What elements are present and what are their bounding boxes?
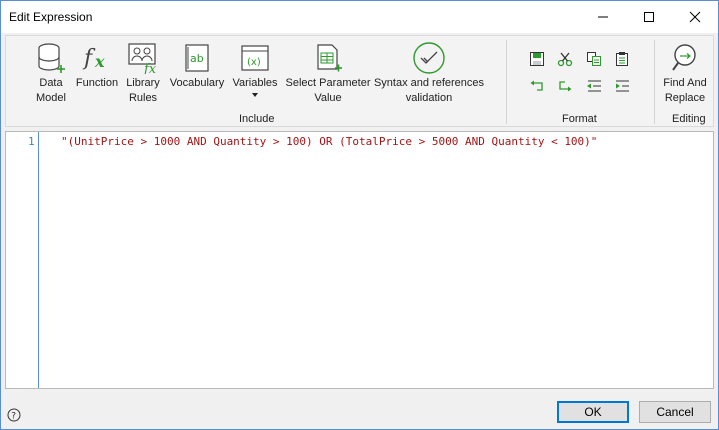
svg-text:ab: ab	[190, 52, 204, 65]
expression-editor[interactable]: 1 "(UnitPrice > 1000 AND Quantity > 100)…	[5, 131, 714, 389]
database-icon	[38, 43, 65, 73]
select-parameter-value-button[interactable]: Select Parameter Value	[283, 40, 373, 106]
group-label-format: Format	[562, 113, 597, 125]
group-label-editing: Editing	[672, 113, 706, 125]
outdent-icon	[587, 80, 601, 92]
redo-button[interactable]	[555, 76, 575, 96]
save-icon	[530, 52, 544, 66]
save-button[interactable]	[527, 49, 547, 69]
check-circle-icon	[413, 42, 445, 74]
ok-button[interactable]: OK	[557, 401, 629, 423]
library-rules-button[interactable]: fx Library Rules	[123, 40, 163, 106]
outdent-button[interactable]	[584, 76, 604, 96]
svg-text:fx: fx	[143, 62, 157, 74]
chevron-down-icon	[252, 93, 258, 97]
svg-text:?: ?	[11, 412, 16, 422]
vocabulary-icon: ab	[185, 44, 209, 72]
indent-icon	[616, 80, 629, 92]
copy-icon	[587, 52, 601, 66]
paste-button[interactable]	[612, 49, 632, 69]
library-rules-label: Library Rules	[126, 77, 160, 104]
undo-button[interactable]	[527, 76, 547, 96]
line-number: 1	[28, 135, 35, 148]
svg-text:x: x	[94, 52, 105, 71]
group-separator	[654, 40, 655, 124]
dialog-footer: ? OK Cancel	[1, 393, 718, 429]
select-parameter-value-label: Select Parameter Value	[285, 77, 371, 104]
vocabulary-button[interactable]: ab Vocabulary	[167, 40, 227, 91]
cancel-button[interactable]: Cancel	[639, 401, 711, 423]
edit-expression-dialog: Edit Expression Data Model f x Function …	[0, 0, 719, 430]
expression-text[interactable]: "(UnitPrice > 1000 AND Quantity > 100) O…	[61, 135, 597, 148]
data-model-label: Data Model	[36, 77, 66, 104]
group-separator	[506, 40, 507, 124]
help-icon: ?	[7, 408, 21, 422]
table-add-icon	[317, 44, 342, 72]
minimize-icon	[598, 16, 608, 18]
find-replace-label: Find And Replace	[663, 77, 707, 104]
variables-button[interactable]: (x) Variables	[231, 40, 279, 98]
variables-label: Variables	[232, 77, 278, 89]
find-replace-icon	[672, 44, 696, 71]
syntax-validation-button[interactable]: Syntax and references validation	[373, 40, 485, 106]
maximize-button[interactable]	[626, 1, 672, 33]
svg-text:(x): (x)	[247, 57, 261, 68]
group-label-include: Include	[239, 113, 275, 125]
vocabulary-label: Vocabulary	[169, 77, 225, 89]
function-icon: f x	[82, 46, 105, 71]
variables-icon: (x)	[241, 45, 269, 71]
paste-icon	[616, 52, 628, 66]
library-rules-icon: fx	[128, 43, 157, 74]
redo-icon	[559, 81, 572, 92]
syntax-validation-label: Syntax and references validation	[373, 77, 485, 104]
function-button[interactable]: f x Function	[74, 40, 120, 91]
help-button[interactable]: ?	[7, 408, 21, 425]
svg-text:f: f	[82, 46, 96, 71]
minimize-button[interactable]	[580, 1, 626, 33]
data-model-button[interactable]: Data Model	[28, 40, 74, 106]
function-label: Function	[75, 77, 119, 89]
title-bar: Edit Expression	[1, 1, 718, 33]
line-number-gutter: 1	[6, 132, 39, 388]
close-icon	[689, 11, 701, 23]
ribbon-toolbar: Data Model f x Function fx Library Rules…	[5, 35, 714, 127]
undo-icon	[530, 80, 543, 91]
window-title: Edit Expression	[9, 10, 93, 24]
find-replace-button[interactable]: Find And Replace	[657, 40, 713, 106]
close-button[interactable]	[672, 1, 718, 33]
scissors-icon	[557, 52, 573, 67]
copy-button[interactable]	[584, 49, 604, 69]
cut-button[interactable]	[555, 49, 575, 69]
maximize-icon	[644, 12, 654, 22]
indent-button[interactable]	[612, 76, 632, 96]
